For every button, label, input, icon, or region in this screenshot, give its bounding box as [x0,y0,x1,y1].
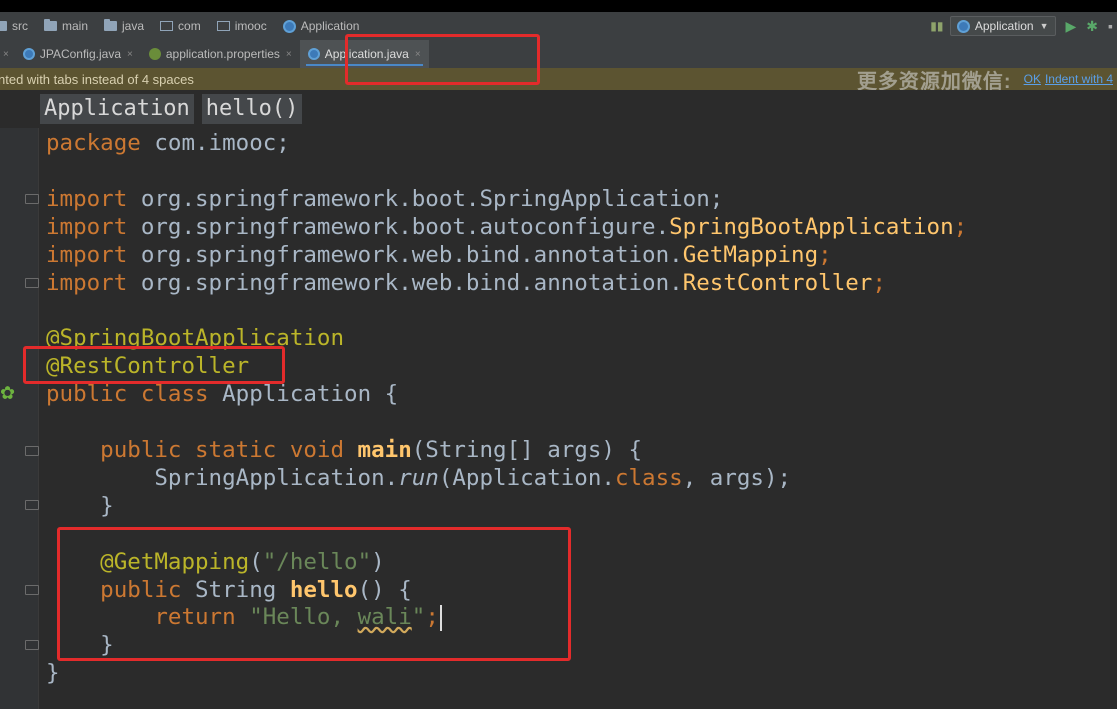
ok-link[interactable]: OK [1024,72,1041,86]
class-icon [307,48,320,60]
code-token: org.springframework.web.bind.annotation. [127,241,683,268]
code-token: ; [818,241,832,268]
code-token: package [46,130,141,156]
fold-marker-icon[interactable] [25,585,39,595]
fold-marker-icon[interactable] [25,278,39,288]
code-token: org.springframework.boot.SpringApplicati… [127,185,724,212]
fold-marker-icon[interactable] [25,446,39,456]
code-token: run [398,464,439,491]
breadcrumb-label: imooc [234,19,267,33]
indent-with-4-link[interactable]: Indent with 4 [1045,72,1113,86]
highlight-box-tab [345,34,540,85]
breadcrumb-main[interactable]: main [44,19,88,33]
class-icon [22,48,35,60]
properties-icon [148,48,161,60]
code-token: import [46,185,128,212]
code-line-6: import org.springframework.web.bind.anno… [46,270,967,298]
code-token: SpringBootApplication [669,213,954,240]
editor-gutter: ✿ [0,128,39,709]
breadcrumb-label: com [178,19,201,33]
breadcrumb-application[interactable]: Application [282,19,360,33]
breadcrumb-imooc[interactable]: imooc [216,19,267,33]
breadcrumb-com[interactable]: com [160,19,201,33]
highlight-box-annotation [23,346,285,384]
code-line-20: } [46,660,967,688]
code-token: org.springframework.web.bind.annotation. [127,269,683,296]
code-token: org.springframework.boot.autoconfigure. [127,213,670,240]
close-icon[interactable]: × [127,49,133,60]
tab-jpaconfig[interactable]: JPAConfig.java × [15,40,141,68]
code-token: import [46,213,128,240]
code-token: ; [872,269,886,296]
editor-crumb-class[interactable]: Application [40,94,194,124]
build-icon[interactable]: ▮▮ [930,19,944,33]
code-token: import [46,241,128,268]
breadcrumb-label: java [122,19,145,33]
code-line-3: import org.springframework.boot.SpringAp… [46,186,967,214]
code-token: public static void [46,436,345,463]
indent-notice-bar: nted with tabs instead of 4 spaces 更多资源加… [0,68,1117,93]
tab-label: JPAConfig.java [39,47,121,61]
spring-bean-icon[interactable]: ✿ [0,382,16,406]
run-config-label: Application [974,19,1034,33]
editor-breadcrumb: Application hello() [0,90,1117,128]
code-line-14: } [46,493,967,521]
code-token: class [614,464,683,491]
tab-label: application.properties [165,47,280,61]
code-token: GetMapping [682,241,819,268]
code-token: ; [953,213,968,240]
code-line-12: public static void main(String[] args) { [46,437,967,465]
folder-icon [44,19,57,31]
fold-marker-icon[interactable] [25,640,39,650]
breadcrumb-java[interactable]: java [104,19,144,33]
navigation-bar: src main java com imooc Application ▮▮ A… [0,12,1117,40]
spring-boot-icon [956,19,970,33]
debug-icon[interactable]: ✱ [1086,18,1098,35]
code-line-13: SpringApplication.run(Application.class,… [46,465,967,493]
breadcrumb-src[interactable]: src [0,19,28,33]
code-line-10: public class Application { [46,381,967,409]
code-token: public class [46,381,209,408]
run-icon[interactable]: ▶ [1066,18,1077,35]
code-line-5: import org.springframework.web.bind.anno… [46,242,967,270]
code-token: (String[] args) { [411,436,643,463]
fold-marker-icon[interactable] [25,194,39,204]
code-token: Application { [208,381,399,408]
more-icon[interactable]: ▪ [1108,18,1113,34]
code-token: import [46,269,128,296]
run-config-dropdown[interactable]: Application ▼ [949,16,1056,36]
notice-actions: 更多资源加微信: OK Indent with 4 [857,68,1113,93]
tab-application-properties[interactable]: application.properties × [141,40,300,68]
fold-marker-icon[interactable] [25,500,39,510]
code-token: main [344,436,412,463]
code-line-1: package com.imooc; [46,130,967,158]
highlight-box-method [57,527,571,661]
close-icon[interactable]: × [3,49,9,60]
code-token: (Application. [438,464,615,491]
notice-text: nted with tabs instead of 4 spaces [0,71,194,87]
code-token: } [46,660,60,687]
package-icon [216,21,230,31]
folder-icon [0,21,7,31]
code-token: com.imooc; [140,130,290,156]
chevron-down-icon: ▼ [1039,21,1049,31]
editor-crumb-method[interactable]: hello() [201,94,303,124]
code-token: SpringApplication. [46,464,399,491]
run-toolbar: ▮▮ Application ▼ ▶ ✱ ▪ [930,12,1117,40]
code-line-4: import org.springframework.boot.autoconf… [46,214,967,242]
folder-icon [104,19,118,31]
close-icon[interactable]: × [286,49,292,60]
breadcrumb-label: Application [300,19,360,33]
code-token: RestController [682,269,873,296]
package-icon [160,21,174,31]
code-token: } [46,492,114,519]
breadcrumb-label: src [12,19,28,33]
top-black-band [0,0,1117,12]
breadcrumb-label: main [62,19,89,33]
spring-class-icon [282,19,296,33]
code-token: , args); [682,464,792,491]
